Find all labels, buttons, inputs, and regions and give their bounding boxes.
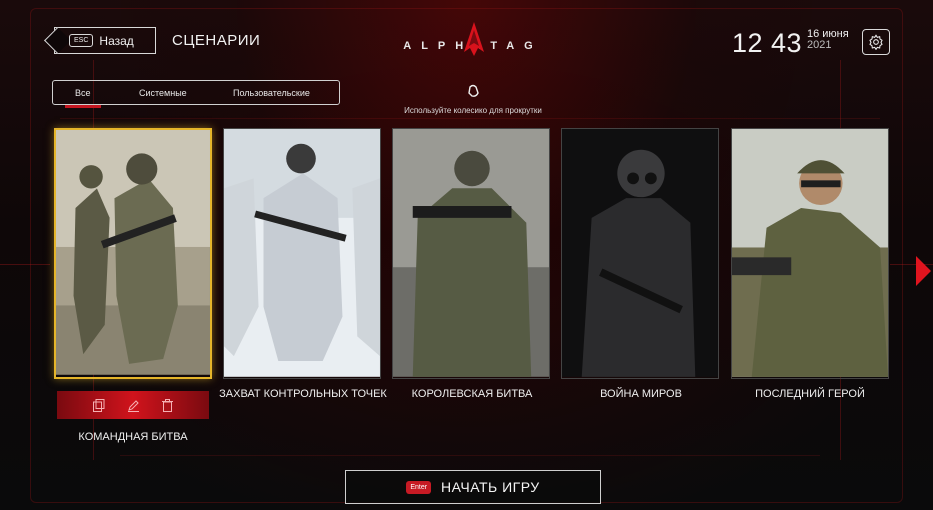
scenario-card-team-battle[interactable]: [54, 128, 212, 379]
start-game-button[interactable]: Enter НАЧАТЬ ИГРУ: [345, 470, 601, 504]
tab-system[interactable]: Системные: [139, 88, 187, 98]
edit-icon[interactable]: [127, 399, 140, 412]
back-button[interactable]: ESC Назад: [44, 27, 156, 54]
date-year: 2021: [807, 39, 832, 51]
next-arrow-icon[interactable]: [916, 256, 931, 286]
scenario-card-war-of-worlds[interactable]: [561, 128, 719, 379]
scenario-image: [732, 129, 888, 377]
mouse-icon: [468, 84, 479, 97]
selected-scenario-label: КОМАНДНАЯ БИТВА: [78, 431, 188, 443]
back-button-label: Назад: [99, 33, 134, 48]
gear-icon: [869, 34, 883, 50]
scenario-label: ВОЙНА МИРОВ: [600, 388, 682, 400]
scenario-card-capture-points[interactable]: [223, 128, 381, 379]
tab-all[interactable]: Все: [65, 88, 100, 108]
enter-key-badge: Enter: [406, 480, 432, 494]
alphatag-logo: ALPHATAG: [403, 22, 534, 61]
logo-mark-icon: [464, 22, 484, 56]
scenario-label: ПОСЛЕДНИЙ ГЕРОЙ: [755, 388, 865, 400]
settings-button[interactable]: [862, 29, 890, 55]
scenario-label: ЗАХВАТ КОНТРОЛЬНЫХ ТОЧЕК: [219, 388, 387, 400]
date: 16 июня 2021: [807, 29, 849, 51]
page-title: СЦЕНАРИИ: [172, 32, 261, 49]
tab-custom[interactable]: Пользовательские: [233, 88, 310, 98]
background-line: [120, 455, 820, 456]
scenario-image: [562, 129, 718, 377]
esc-key-badge: ESC: [69, 34, 94, 47]
copy-icon[interactable]: [93, 398, 105, 412]
delete-icon[interactable]: [162, 398, 173, 412]
scenario-image: [393, 129, 549, 377]
filter-tabs: Все Системные Пользовательские: [52, 80, 340, 108]
clock: 12 43: [732, 28, 803, 58]
scenario-image: [56, 130, 210, 375]
scenario-label: КОРОЛЕВСКАЯ БИТВА: [411, 388, 533, 400]
background-line: [0, 264, 50, 265]
scenario-actions: [57, 391, 209, 419]
scenario-card-last-hero[interactable]: [731, 128, 889, 379]
background-line: [60, 118, 880, 119]
scenario-image: [224, 129, 380, 377]
scroll-hint: Используйте колесико для прокрутки: [385, 84, 561, 115]
start-game-label: НАЧАТЬ ИГРУ: [441, 479, 540, 495]
scroll-hint-text: Используйте колесико для прокрутки: [404, 106, 542, 115]
scenario-card-battle-royale[interactable]: [392, 128, 550, 379]
